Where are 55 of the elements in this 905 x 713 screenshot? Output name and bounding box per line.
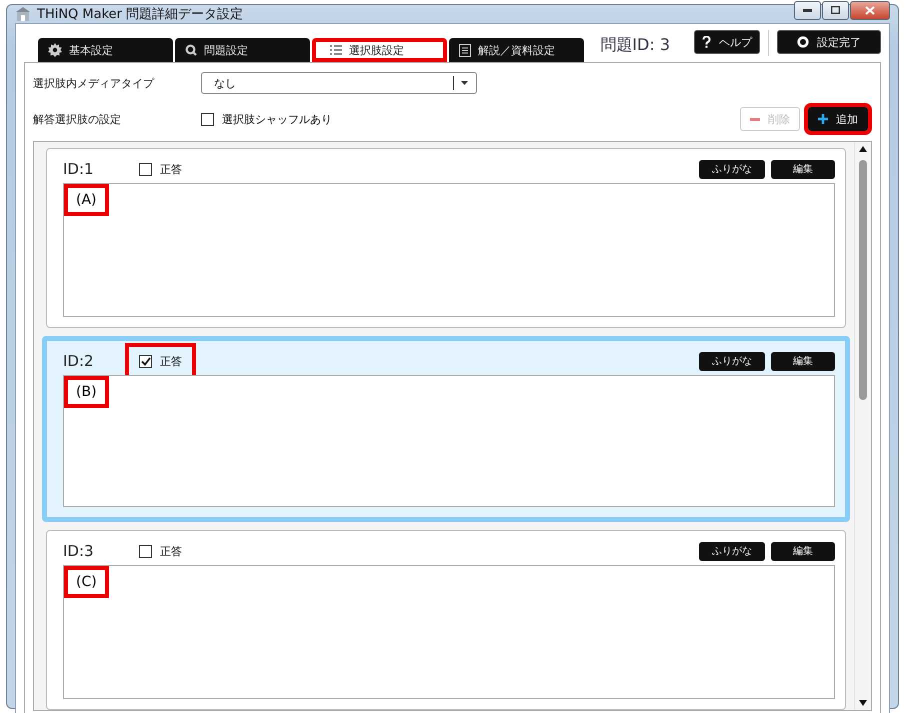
maximize-icon [831,6,840,14]
checkbox[interactable] [139,162,152,176]
correct-label: 正答 [160,544,182,558]
answer-settings-label: 解答選択肢の設定 [33,112,122,126]
choice-card[interactable]: ID:2 正答 ふりがな 編集 (B) [42,336,850,522]
choice-card[interactable]: ID:3 正答 ふりがな 編集 (C) [46,530,846,710]
choice-card[interactable]: ID:1 正答 ふりがな 編集 (A) [46,148,846,328]
edit-button[interactable]: 編集 [771,352,835,370]
gear-icon [48,43,62,57]
tab[interactable]: 選択肢設定 [312,38,447,62]
tab[interactable]: 問題設定 [175,38,310,62]
media-type-label: 選択肢内メディアタイプ [33,76,156,90]
shuffle-label: 選択肢シャッフルあり [222,112,332,126]
close-icon [865,6,875,14]
list-icon [330,45,342,55]
minimize-icon [803,8,812,12]
edit-button[interactable]: 編集 [771,542,835,560]
scroll-thumb[interactable] [859,160,867,400]
circle-icon [797,36,809,48]
scroll-up-icon[interactable] [859,146,867,152]
furigana-button[interactable]: ふりがな [699,542,765,560]
furigana-button[interactable]: ふりがな [699,352,765,370]
checkbox[interactable] [201,112,214,126]
question-id: 問題ID: 3 [600,35,670,56]
checkbox[interactable] [139,544,152,558]
choice-text: (C) [64,566,109,598]
choice-id: ID:3 [63,542,95,560]
search-icon [185,44,197,56]
edit-button[interactable]: 編集 [771,160,835,178]
plus-icon [818,114,828,124]
app-icon [15,6,31,22]
choice-text-area[interactable]: (B) [63,375,835,507]
help-button[interactable]: ヘルプ [694,30,760,54]
question-mark-icon [702,36,711,48]
choice-id: ID:2 [63,352,95,370]
choice-id: ID:1 [63,160,95,178]
minus-icon [750,118,760,120]
document-icon [459,44,471,56]
choice-text: (A) [64,184,109,216]
furigana-button[interactable]: ふりがな [699,160,765,178]
maximize-button[interactable] [822,0,849,20]
tab[interactable]: 解説／資料設定 [449,38,584,62]
correct-label: 正答 [160,354,182,368]
close-button[interactable] [850,0,890,20]
choice-text-area[interactable]: (C) [63,565,835,699]
media-type-dropdown[interactable]: なし [201,72,477,94]
choice-text-area[interactable]: (A) [63,183,835,317]
choice-text: (B) [64,376,109,408]
checkbox[interactable] [139,354,152,368]
minimize-button[interactable] [794,0,821,20]
scroll-down-icon[interactable] [859,700,867,706]
done-button[interactable]: 設定完了 [777,30,881,54]
tab[interactable]: 基本設定 [38,38,173,62]
correct-label: 正答 [160,162,182,176]
window-title: THiNQ Maker 問題詳細データ設定 [37,6,244,23]
